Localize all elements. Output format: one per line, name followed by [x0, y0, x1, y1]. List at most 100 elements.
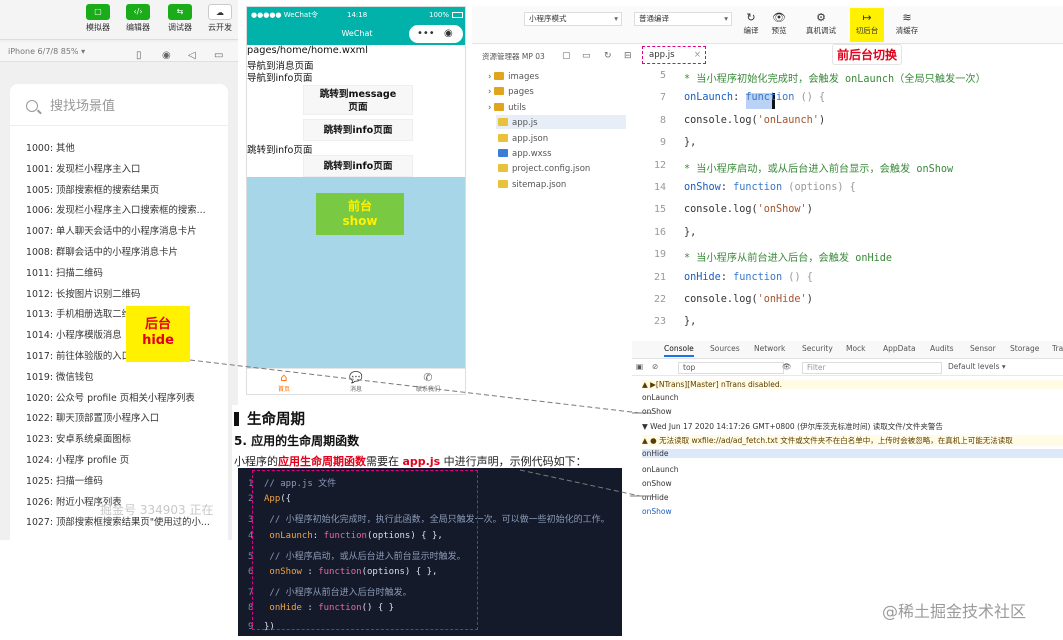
code-token: }, — [684, 226, 697, 238]
file-tree-item[interactable]: app.js — [498, 118, 538, 128]
code-line[interactable]: }, — [684, 137, 696, 148]
new-file-icon[interactable]: ▢ — [562, 51, 571, 61]
console-entry[interactable]: onShow — [642, 407, 1063, 416]
refresh-icon: ↻ — [746, 11, 756, 24]
filter-input[interactable]: Filter — [802, 362, 942, 374]
console-tab[interactable]: Mock — [846, 344, 866, 353]
navigator-info-2[interactable]: 跳转到info页面 — [247, 142, 312, 156]
scene-item[interactable]: 1012: 长按图片识别二维码 — [26, 286, 222, 300]
volume-icon[interactable]: ◁ — [188, 46, 196, 66]
console-entry[interactable]: ▲ ● 无法读取 wxfile://ad/ad_fetch.txt 文件或文件夹… — [642, 435, 1063, 446]
code-line[interactable]: console.log('onHide') — [684, 294, 813, 305]
mode-select[interactable]: 小程序模式 — [524, 12, 622, 26]
scene-item[interactable]: 1014: 小程序模版消息 — [26, 327, 222, 341]
code-line[interactable]: * 当小程序初始化完成时，会触发 onLaunch（全局只触发一次） — [684, 70, 986, 85]
console-entry[interactable]: onShow — [642, 479, 1063, 488]
go-info-button[interactable]: 跳转到info页面 — [303, 119, 413, 141]
file-tree-item[interactable]: › pages — [488, 87, 534, 97]
phone-icon[interactable]: ▯ — [136, 46, 142, 66]
scene-item[interactable]: 1001: 发现栏小程序主入口 — [26, 161, 222, 175]
scene-item[interactable]: 1008: 群聊会话中的小程序消息卡片 — [26, 244, 222, 258]
tab-contact[interactable]: ✆ 联系我们 — [403, 371, 453, 393]
scene-item[interactable]: 1005: 顶部搜索框的搜索结果页 — [26, 182, 222, 196]
levels-select[interactable]: Default levels ▾ — [948, 362, 1006, 371]
clear-cache-button[interactable]: ≋ 清缓存 — [892, 11, 922, 36]
close-icon[interactable]: × — [694, 47, 701, 63]
refresh-tree-icon[interactable]: ↻ — [604, 51, 612, 61]
console-entry[interactable]: onHide — [642, 493, 1063, 502]
sidebar-toggle-icon[interactable]: ▣ — [636, 362, 643, 371]
code-line[interactable]: onLaunch: function () { — [684, 92, 825, 103]
console-entry[interactable]: onShow — [642, 507, 1063, 516]
console-tab[interactable]: Tra — [1052, 344, 1063, 353]
console-entry[interactable]: onLaunch — [642, 393, 1063, 402]
capsule-menu[interactable]: ••• ◉ — [409, 25, 463, 43]
more-icon[interactable]: ••• — [417, 27, 435, 41]
console-entry[interactable]: ▼ Wed Jun 17 2020 14:17:26 GMT+0800 (伊尔库… — [642, 421, 1063, 432]
console-entry[interactable]: ▲ ▶[NTrans][Master] nTrans disabled. — [642, 380, 1063, 389]
console-tab[interactable]: Storage — [1010, 344, 1039, 353]
tab-message[interactable]: 💬 消息 — [331, 371, 381, 393]
editor-button[interactable]: ‹/› 编辑器 — [118, 4, 158, 33]
record-icon[interactable]: ◉ — [162, 46, 171, 66]
scene-item[interactable]: 1000: 其他 — [26, 140, 222, 154]
scene-item[interactable]: 1017: 前往体验版的入口页 — [26, 348, 222, 362]
scene-item[interactable]: 1011: 扫描二维码 — [26, 265, 222, 279]
code-line[interactable]: console.log('onLaunch') — [684, 115, 825, 126]
scene-item[interactable]: 1006: 发现栏小程序主入口搜索框的搜索... — [26, 202, 222, 216]
code-line[interactable]: onShow: function (options) { — [684, 182, 856, 193]
console-tab[interactable]: Sensor — [970, 344, 996, 353]
context-select[interactable]: top — [678, 362, 784, 374]
code-line[interactable]: * 当小程序从前台进入后台，会触发 onHide — [684, 249, 892, 264]
navigator-info[interactable]: 导航到info页面 — [247, 70, 312, 84]
window-icon[interactable]: ▭ — [214, 46, 223, 66]
preview-button[interactable]: 👁 预览 — [764, 11, 794, 36]
code-line[interactable]: console.log('onShow') — [684, 204, 813, 215]
tab-app-js[interactable]: app.js × — [642, 46, 706, 64]
scene-search-input[interactable]: 搜找场景值 — [10, 88, 228, 126]
eye-filter-icon[interactable]: 👁 — [782, 362, 792, 371]
code-token: () { — [782, 271, 813, 283]
file-tree-item[interactable]: project.config.json — [498, 164, 590, 174]
scene-item[interactable]: 1007: 单人聊天会话中的小程序消息卡片 — [26, 223, 222, 237]
console-entry[interactable]: onHide — [642, 449, 1063, 458]
console-tab[interactable]: Audits — [930, 344, 954, 353]
code-line[interactable]: }, — [684, 227, 696, 238]
console-tab[interactable]: Security — [802, 344, 833, 353]
file-tree-item[interactable]: app.wxss — [498, 149, 552, 159]
console-tab[interactable]: Sources — [710, 344, 740, 353]
file-tree-item[interactable]: › images — [488, 72, 539, 82]
scene-item[interactable]: 1020: 公众号 profile 页相关小程序列表 — [26, 390, 222, 404]
go-message-button[interactable]: 跳转到message页面 — [303, 85, 413, 115]
scene-item[interactable]: 1022: 聊天顶部置顶小程序入口 — [26, 410, 222, 424]
compile-button[interactable]: ↻ 编译 — [736, 11, 766, 36]
new-folder-icon[interactable]: ▭ — [582, 51, 591, 61]
compile-select[interactable]: 普通编译 — [634, 12, 732, 26]
clear-icon[interactable]: ⊘ — [652, 362, 658, 371]
console-tab[interactable]: Network — [754, 344, 785, 353]
file-tree-item[interactable]: app.json — [498, 133, 548, 144]
collapse-icon[interactable]: ⊟ — [624, 51, 632, 61]
simulator-button[interactable]: ▢ 模拟器 — [78, 4, 118, 33]
scene-item[interactable]: 1019: 微信钱包 — [26, 369, 222, 383]
device-select[interactable]: iPhone 6/7/8 85% ▾ ▯ ◉ ◁ ▭ — [0, 42, 238, 62]
go-info-button-2[interactable]: 跳转到info页面 — [303, 155, 413, 177]
code-line[interactable]: }, — [684, 316, 696, 327]
code-line[interactable]: onHide: function () { — [684, 272, 813, 283]
console-entry[interactable]: onLaunch — [642, 465, 1063, 474]
scene-item[interactable]: 1024: 小程序 profile 页 — [26, 452, 222, 466]
code-line[interactable]: * 当小程序启动，或从后台进入前台显示，会触发 onShow — [684, 160, 953, 175]
console-tab[interactable]: AppData — [883, 344, 916, 353]
scene-item[interactable]: 1025: 扫描一维码 — [26, 473, 222, 487]
console-tab[interactable]: Console — [664, 344, 694, 357]
file-tree-item[interactable]: › utils — [488, 102, 526, 113]
remote-debug-button[interactable]: ⚙ 真机调试 — [806, 11, 836, 36]
tab-home[interactable]: ⌂ 首页 — [259, 371, 309, 393]
debugger-button[interactable]: ⇆ 调试器 — [160, 4, 200, 33]
switch-background-button[interactable]: ↦ 切后台 — [852, 11, 882, 36]
cloud-button[interactable]: ☁ 云开发 — [200, 4, 238, 33]
file-tree-item[interactable]: sitemap.json — [498, 179, 566, 190]
scene-item[interactable]: 1023: 安卓系统桌面图标 — [26, 431, 222, 445]
scene-item[interactable]: 1013: 手机相册选取二维码 — [26, 306, 222, 320]
close-capsule-icon[interactable]: ◉ — [444, 27, 453, 41]
